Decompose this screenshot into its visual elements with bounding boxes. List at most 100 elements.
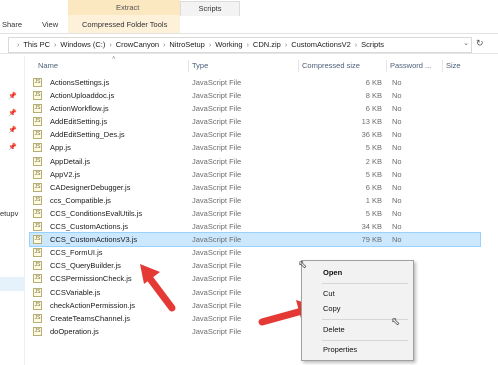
crumb-working[interactable]: Working (215, 39, 242, 51)
file-name: AppDetail.js (50, 156, 91, 166)
javascript-file-icon: JS (33, 274, 42, 284)
crumb-nitrosetup[interactable]: NitroSetup (169, 39, 204, 51)
file-compressed-size: 1 KB (365, 195, 382, 205)
javascript-file-icon: JS (33, 104, 42, 114)
chevron-down-icon[interactable]: ⌄ (463, 39, 469, 47)
file-compressed-size: 5 KB (365, 208, 382, 218)
file-row[interactable]: JS CCS_CustomActions.js JavaScript File 34 … (30, 220, 480, 233)
breadcrumb: › This PC › Windows (C:) › CrowCanyon › NitroSe… (13, 39, 384, 51)
javascript-file-icon: JS (33, 326, 42, 336)
pin-icon[interactable]: 📌 (8, 109, 17, 117)
menu-item-cut[interactable]: Cut (323, 287, 335, 300)
crumb-scripts[interactable]: Scripts (361, 39, 384, 51)
file-name: App.js (50, 143, 71, 153)
file-row[interactable]: JS CCS_CustomActionsV3.js JavaScript File 7… (29, 232, 481, 248)
file-type: JavaScript File (192, 326, 242, 336)
file-compressed-size: 13 KB (361, 117, 382, 127)
file-row[interactable]: JS App.js JavaScript File 5 KB No (30, 141, 480, 154)
file-name: ccs_Compatible.js (50, 195, 111, 205)
column-header-compressed-size[interactable]: Compressed size (302, 60, 360, 72)
tab-share[interactable]: Share (0, 18, 26, 31)
context-group-title: Extract (116, 3, 140, 12)
crumb-windows-c[interactable]: Windows (C:) (60, 39, 105, 51)
column-divider[interactable] (188, 60, 189, 72)
chevron-right-icon[interactable]: › (209, 40, 211, 52)
javascript-file-icon: JS (33, 261, 42, 271)
chevron-right-icon[interactable]: › (163, 40, 165, 52)
javascript-file-icon: JS (33, 156, 42, 166)
file-row[interactable]: JS ActionWorkflow.js JavaScript File 6 KB No (30, 102, 480, 115)
file-row[interactable]: JS ActionsSettings.js JavaScript File 6 KB N… (30, 76, 480, 89)
file-password-protected: No (392, 208, 402, 218)
chevron-right-icon[interactable]: › (17, 40, 19, 52)
mouse-cursor-icon: ⬁ (391, 316, 401, 328)
column-divider[interactable] (386, 60, 387, 72)
menu-item-properties[interactable]: Properties (323, 343, 357, 356)
crumb-crowcanyon[interactable]: CrowCanyon (116, 39, 159, 51)
file-name: ActionUploaddoc.js (50, 91, 115, 101)
javascript-file-icon: JS (33, 248, 42, 258)
file-name: CCS_QueryBuilder.js (50, 261, 121, 271)
tab-compressed-folder-tools[interactable]: Compressed Folder Tools (78, 18, 171, 31)
chevron-right-icon[interactable]: › (109, 40, 111, 52)
refresh-icon[interactable]: ↻ (476, 38, 484, 49)
file-row[interactable]: JS ActionUploaddoc.js JavaScript File 8 KB N… (30, 89, 480, 102)
column-header-name[interactable]: Name (38, 60, 58, 72)
file-name: AppV2.js (50, 169, 81, 179)
file-name: CCS_CustomActions.js (50, 222, 128, 232)
navigation-pane: 📌 📌 📌 📌 etupv (0, 56, 25, 365)
crumb-cdn-zip[interactable]: CDN.zip (253, 39, 281, 51)
address-input[interactable]: › This PC › Windows (C:) › CrowCanyon › NitroSe… (8, 37, 472, 53)
crumb-this-pc[interactable]: This PC (23, 39, 50, 51)
column-header-password[interactable]: Password ... (390, 60, 431, 72)
menu-item-open[interactable]: Open (323, 266, 342, 279)
file-compressed-size: 2 KB (365, 156, 382, 166)
file-compressed-size: 6 KB (365, 182, 382, 192)
context-menu: Open Cut Copy Delete Properties (301, 260, 414, 361)
file-compressed-size: 79 KB (361, 235, 382, 245)
file-row[interactable]: JS ccs_Compatible.js JavaScript File 1 KB No (30, 194, 480, 207)
file-row[interactable]: JS CADesignerDebugger.js JavaScript File 6 … (30, 181, 480, 194)
pin-icon[interactable]: 📌 (8, 126, 17, 134)
file-type: JavaScript File (192, 91, 242, 101)
file-compressed-size: 5 KB (365, 143, 382, 153)
file-name: CreateTeamsChannel.js (50, 313, 131, 323)
column-header-size[interactable]: Size (446, 60, 461, 72)
crumb-customactionsv2[interactable]: CustomActionsV2 (291, 39, 351, 51)
file-password-protected: No (392, 91, 402, 101)
file-name: CCS_ConditionsEvalUtils.js (50, 208, 143, 218)
javascript-file-icon: JS (33, 117, 42, 127)
chevron-right-icon[interactable]: › (247, 40, 249, 52)
menu-item-delete[interactable]: Delete (323, 323, 345, 336)
javascript-file-icon: JS (33, 313, 42, 323)
file-name: checkActionPermission.js (50, 300, 136, 310)
javascript-file-icon: JS (33, 195, 42, 205)
pin-icon[interactable]: 📌 (8, 143, 17, 151)
file-row[interactable]: JS CCS_FormUI.js JavaScript File (30, 246, 480, 259)
column-divider[interactable] (442, 60, 443, 72)
file-row[interactable]: JS AddEditSetting_Des.js JavaScript File 36… (30, 128, 480, 141)
file-name: AddEditSetting_Des.js (50, 130, 125, 140)
file-row[interactable]: JS CCS_ConditionsEvalUtils.js JavaScript F… (30, 207, 480, 220)
javascript-file-icon: JS (33, 91, 42, 101)
chevron-right-icon[interactable]: › (355, 40, 357, 52)
chevron-right-icon[interactable]: › (54, 40, 56, 52)
file-row[interactable]: JS AppV2.js JavaScript File 5 KB No (30, 168, 480, 181)
tab-view[interactable]: View (38, 18, 62, 31)
chevron-right-icon[interactable]: › (285, 40, 287, 52)
pin-icon[interactable]: 📌 (8, 92, 17, 100)
file-row[interactable]: JS AddEditSetting.js JavaScript File 13 KB N… (30, 115, 480, 128)
nav-item-label[interactable]: etupv (0, 209, 18, 218)
file-password-protected: No (392, 222, 402, 232)
nav-selected-item[interactable] (0, 277, 24, 291)
file-type: JavaScript File (192, 222, 242, 232)
column-header-type[interactable]: Type (192, 60, 208, 72)
window-title: Scripts (180, 1, 240, 16)
ribbon: Extract Scripts Share View Compressed Fo… (0, 0, 498, 34)
javascript-file-icon: JS (33, 287, 42, 297)
column-divider[interactable] (298, 60, 299, 72)
javascript-file-icon: JS (33, 130, 42, 140)
javascript-file-icon: JS (33, 300, 42, 310)
menu-item-copy[interactable]: Copy (323, 302, 341, 315)
file-row[interactable]: JS AppDetail.js JavaScript File 2 KB No (30, 155, 480, 168)
